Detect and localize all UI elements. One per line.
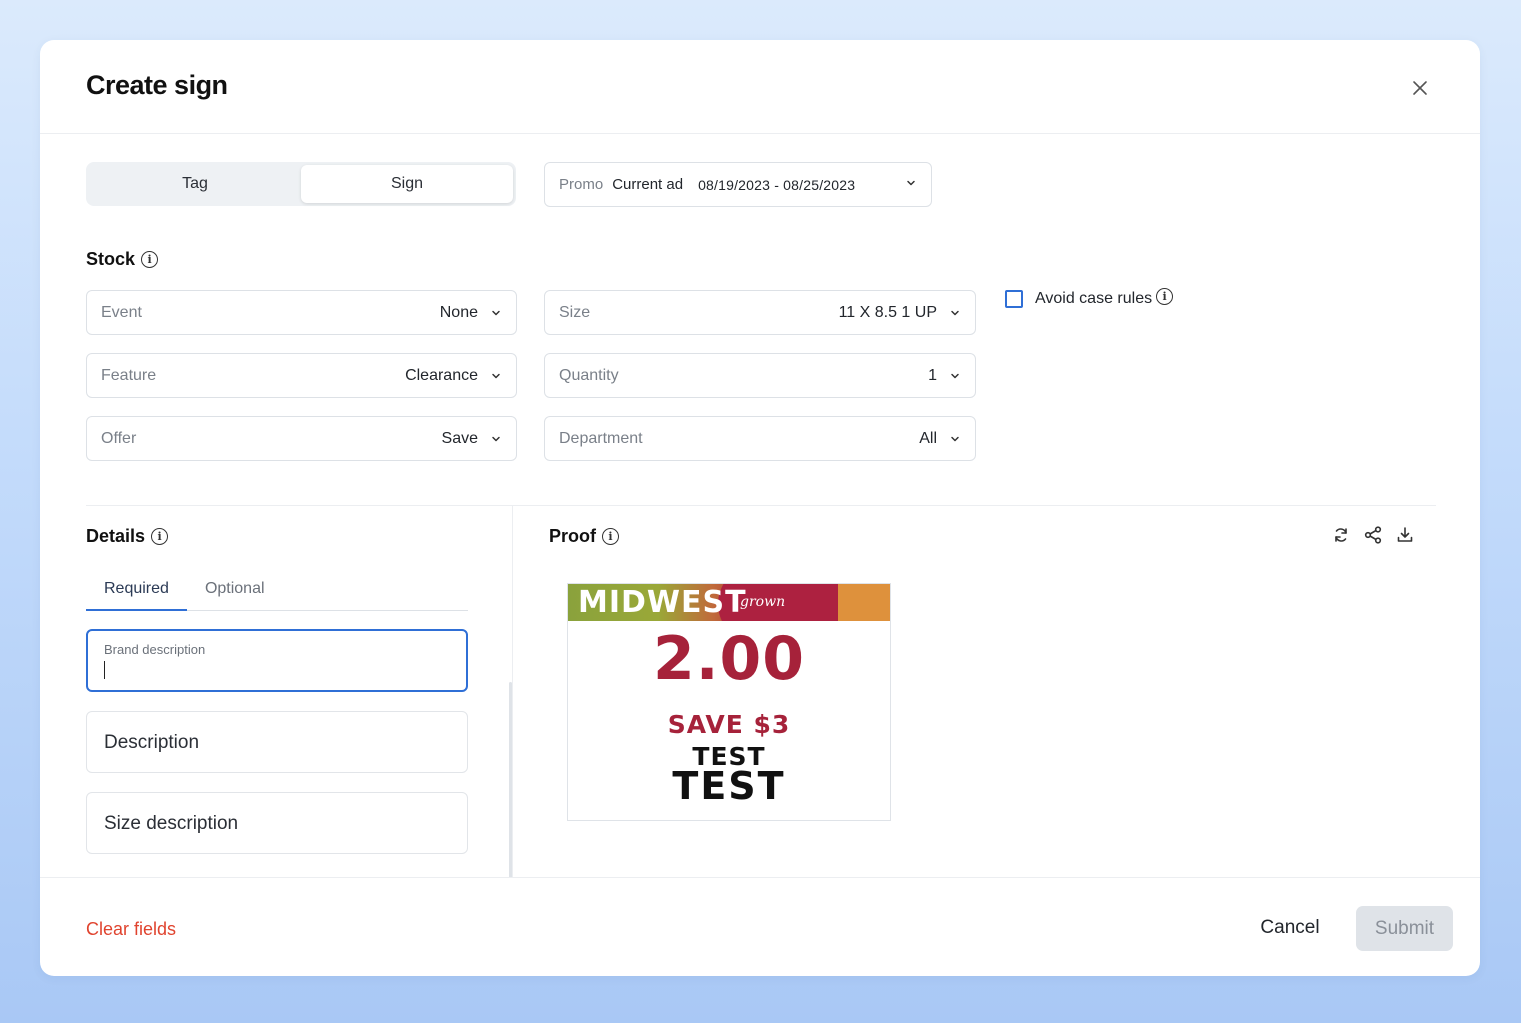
size-description-field[interactable]: Size description bbox=[86, 792, 468, 854]
modal-header: Create sign bbox=[40, 40, 1480, 134]
cancel-button[interactable]: Cancel bbox=[1244, 908, 1336, 948]
event-value: None bbox=[439, 303, 478, 321]
quantity-label: Quantity bbox=[559, 366, 619, 384]
create-sign-modal: Create sign Tag Sign Promo Current ad 08… bbox=[40, 40, 1480, 976]
stock-section-title: Stock i bbox=[86, 249, 159, 270]
column-divider bbox=[512, 505, 513, 877]
close-button[interactable] bbox=[1408, 76, 1432, 100]
brand-description-label: Brand description bbox=[104, 642, 206, 657]
details-section-title: Details i bbox=[86, 526, 169, 547]
sign-proof-preview: MIDWEST grown 2.00 SAVE $3 TEST TEST bbox=[567, 583, 891, 821]
close-icon bbox=[1413, 81, 1427, 95]
chevron-down-icon bbox=[949, 370, 961, 382]
sign-banner: MIDWEST grown bbox=[568, 584, 890, 621]
sign-line-2: TEST bbox=[672, 764, 786, 808]
quantity-select[interactable]: Quantity 1 bbox=[544, 353, 976, 398]
size-select[interactable]: Size 11 X 8.5 1 UP bbox=[544, 290, 976, 335]
feature-select[interactable]: Feature Clearance bbox=[86, 353, 517, 398]
details-tabs: Required Optional bbox=[86, 570, 468, 611]
chevron-down-icon bbox=[490, 370, 502, 382]
tab-optional[interactable]: Optional bbox=[187, 570, 283, 610]
promo-label: Promo bbox=[559, 176, 604, 193]
chevron-down-icon bbox=[905, 177, 917, 189]
quantity-value: 1 bbox=[928, 366, 937, 384]
department-label: Department bbox=[559, 429, 643, 447]
modal-footer: Clear fields Cancel Submit bbox=[40, 877, 1480, 976]
download-icon bbox=[1397, 527, 1413, 542]
sign-save-text: SAVE $3 bbox=[667, 710, 791, 739]
chevron-down-icon bbox=[490, 307, 502, 319]
proof-section-title: Proof i bbox=[549, 526, 619, 547]
info-icon[interactable]: i bbox=[602, 528, 619, 545]
tab-required[interactable]: Required bbox=[86, 570, 187, 611]
details-title: Details bbox=[86, 526, 146, 546]
size-label: Size bbox=[559, 303, 591, 321]
event-label: Event bbox=[101, 303, 142, 321]
description-placeholder: Description bbox=[104, 732, 200, 753]
avoid-case-rules-label: Avoid case rules bbox=[1035, 290, 1153, 307]
submit-button[interactable]: Submit bbox=[1356, 906, 1453, 951]
proof-actions bbox=[1330, 524, 1416, 546]
share-button[interactable] bbox=[1362, 524, 1384, 546]
section-divider bbox=[86, 505, 1436, 506]
tab-tag[interactable]: Tag bbox=[89, 165, 301, 203]
chevron-down-icon bbox=[949, 433, 961, 445]
promo-dropdown[interactable]: Promo Current ad 08/19/2023 - 08/25/2023 bbox=[544, 162, 932, 207]
clear-fields-button[interactable]: Clear fields bbox=[86, 919, 176, 940]
promo-dates: 08/19/2023 - 08/25/2023 bbox=[698, 176, 856, 193]
offer-select[interactable]: Offer Save bbox=[86, 416, 517, 461]
sign-brand-sub: grown bbox=[740, 594, 786, 610]
modal-title: Create sign bbox=[86, 70, 228, 100]
size-description-placeholder: Size description bbox=[104, 813, 239, 834]
size-value: 11 X 8.5 1 UP bbox=[838, 303, 937, 321]
sign-brand: MIDWEST bbox=[578, 585, 747, 620]
department-select[interactable]: Department All bbox=[544, 416, 976, 461]
page-background: Create sign Tag Sign Promo Current ad 08… bbox=[0, 0, 1521, 1023]
info-icon[interactable]: i bbox=[141, 251, 159, 268]
text-caret bbox=[104, 661, 105, 679]
feature-label: Feature bbox=[101, 366, 157, 384]
details-scrollbar[interactable] bbox=[509, 682, 512, 878]
proof-title: Proof bbox=[549, 526, 596, 546]
offer-value: Save bbox=[441, 429, 478, 447]
feature-value: Clearance bbox=[405, 366, 478, 384]
tag-sign-toggle: Tag Sign bbox=[86, 162, 516, 206]
banner-shape bbox=[838, 584, 890, 621]
sign-price: 2.00 bbox=[652, 624, 806, 694]
stock-title: Stock bbox=[86, 249, 136, 269]
chevron-down-icon bbox=[949, 307, 961, 319]
department-value: All bbox=[919, 429, 937, 447]
event-select[interactable]: Event None bbox=[86, 290, 517, 335]
tab-sign[interactable]: Sign bbox=[301, 165, 513, 203]
avoid-case-rules-checkbox[interactable] bbox=[1005, 290, 1023, 308]
refresh-button[interactable] bbox=[1330, 524, 1352, 546]
offer-label: Offer bbox=[101, 429, 137, 447]
description-field[interactable]: Description bbox=[86, 711, 468, 773]
share-icon bbox=[1364, 526, 1382, 544]
info-icon[interactable]: i bbox=[151, 528, 169, 545]
chevron-down-icon bbox=[490, 433, 502, 445]
brand-description-field[interactable]: Brand description bbox=[86, 629, 468, 692]
download-button[interactable] bbox=[1394, 524, 1416, 546]
avoid-case-rules-row: Avoid case rules i bbox=[1005, 287, 1174, 308]
info-icon[interactable]: i bbox=[1156, 287, 1174, 305]
promo-value: Current ad bbox=[612, 176, 684, 193]
refresh-icon bbox=[1335, 528, 1347, 542]
